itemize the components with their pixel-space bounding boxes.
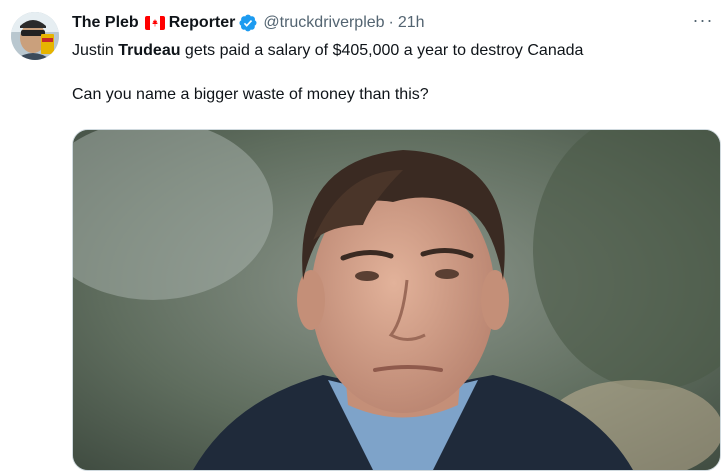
- verified-badge-icon[interactable]: [238, 13, 258, 33]
- tweet[interactable]: The Pleb Reporter @truckdriverpleb · 21h…: [0, 0, 725, 475]
- timestamp[interactable]: 21h: [398, 13, 425, 33]
- separator-dot: ·: [388, 14, 394, 31]
- author-name-suffix[interactable]: Reporter: [169, 13, 236, 33]
- tweet-text-line-2: Can you name a bigger waste of money tha…: [72, 86, 429, 103]
- tweet-text-line-1: Justin Trudeau gets paid a salary of $40…: [72, 40, 712, 62]
- author-handle[interactable]: @truckdriverpleb: [263, 13, 384, 33]
- tweet-photo[interactable]: [72, 129, 721, 471]
- tweet-header: The Pleb Reporter @truckdriverpleb · 21h: [72, 12, 425, 34]
- tweet-text: Justin Trudeau gets paid a salary of $40…: [72, 40, 712, 106]
- avatar[interactable]: [11, 12, 59, 60]
- more-icon: ···: [692, 10, 714, 30]
- more-options-button[interactable]: ···: [688, 11, 718, 32]
- canada-flag-icon: [144, 16, 165, 30]
- author-name[interactable]: The Pleb: [72, 13, 139, 33]
- text-segment: gets paid a salary of $405,000 a year to…: [180, 42, 584, 59]
- text-segment: Justin: [72, 42, 119, 59]
- text-bold-segment: Trudeau: [118, 42, 181, 59]
